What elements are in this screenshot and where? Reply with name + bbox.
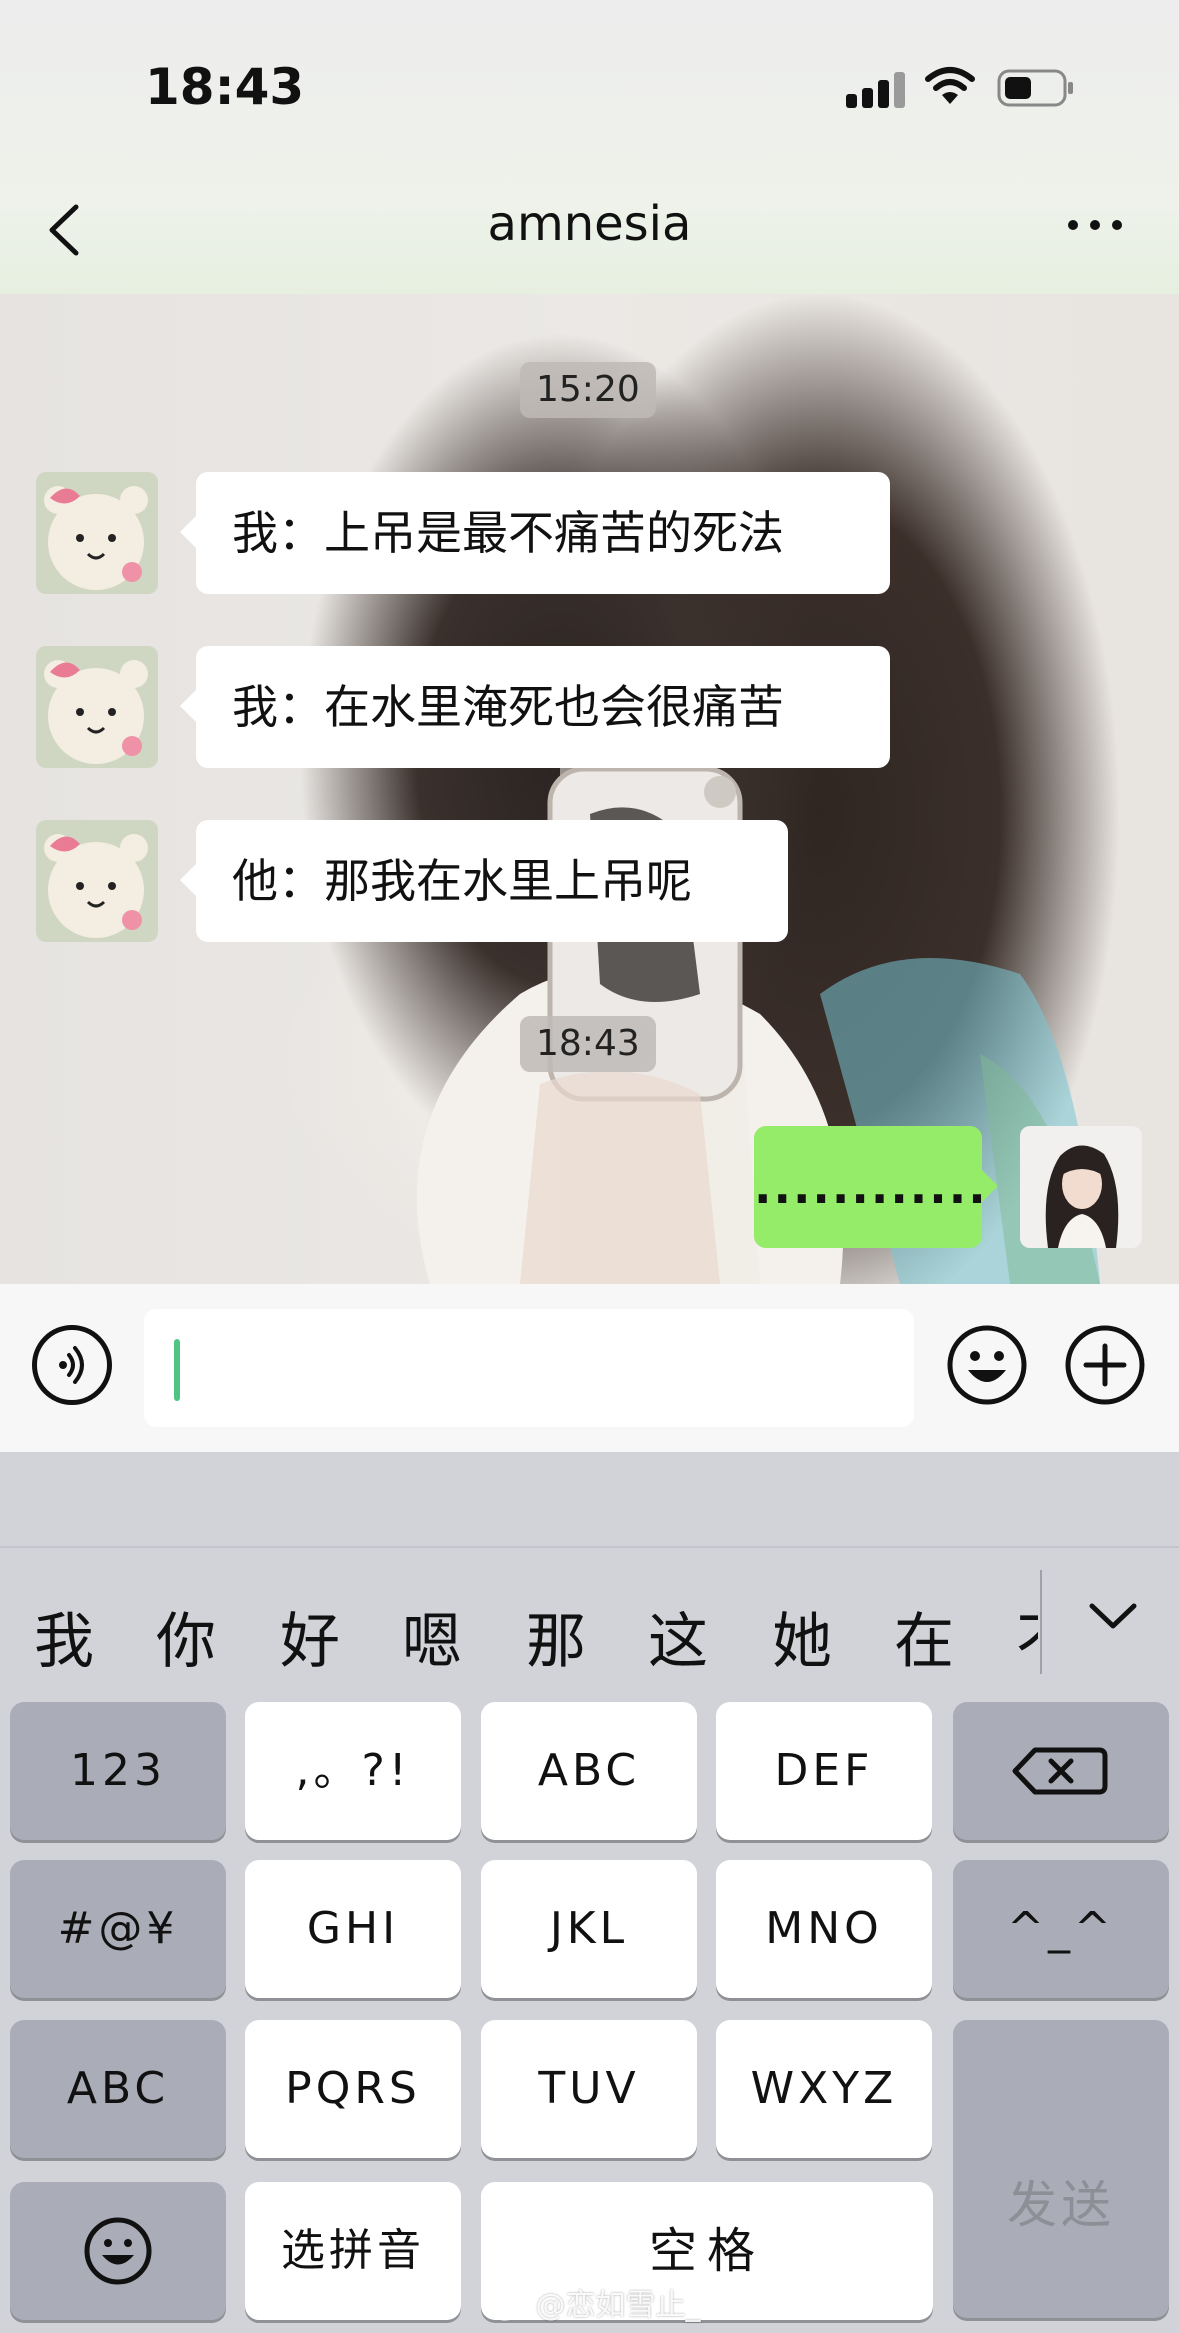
keyboard: 我 你 好 嗯 那 这 她 在 不 123 ,。?! ABC DEF #@¥ G… [0, 1452, 1179, 2333]
weibo-logo-icon [490, 2295, 524, 2320]
battery-icon [997, 69, 1073, 107]
more-options-icon[interactable] [1065, 210, 1125, 240]
key-wxyz[interactable]: WXYZ [716, 2020, 932, 2158]
key-tuv[interactable]: TUV [481, 2020, 697, 2158]
plus-button-icon[interactable] [1064, 1324, 1146, 1406]
candidate-word[interactable]: 这 [648, 1612, 708, 1672]
emoji-icon [84, 2217, 152, 2285]
candidate-word[interactable]: 你 [156, 1612, 216, 1672]
text-caret [174, 1339, 180, 1401]
message-bubble[interactable]: 我：上吊是最不痛苦的死法 [180, 472, 890, 594]
emoji-key[interactable] [10, 2182, 226, 2320]
key-kaomoji[interactable]: ^_^ [953, 1860, 1169, 1998]
chevron-down-icon[interactable] [1082, 1592, 1144, 1642]
key-abc[interactable]: ABC [481, 1702, 697, 1840]
candidate-divider [1040, 1570, 1042, 1674]
my-avatar[interactable] [1020, 1126, 1142, 1248]
key-select-pinyin[interactable]: 选拼音 [245, 2182, 461, 2320]
send-key[interactable]: 发送 [953, 2020, 1169, 2318]
message-timestamp: 18:43 [520, 1016, 656, 1072]
key-mno[interactable]: MNO [716, 1860, 932, 1998]
backspace-key[interactable] [953, 1702, 1169, 1840]
backspace-icon [1012, 1747, 1108, 1795]
key-123[interactable]: 123 [10, 1702, 226, 1840]
input-bar [0, 1284, 1179, 1452]
status-time: 18:43 [145, 58, 305, 116]
candidate-word[interactable]: 那 [526, 1612, 586, 1672]
header: 18:43 amnesia [0, 0, 1179, 294]
candidate-word[interactable]: 好 [280, 1612, 340, 1672]
candidate-word[interactable]: 在 [894, 1612, 954, 1672]
voice-input-button[interactable] [32, 1325, 112, 1405]
contact-avatar[interactable] [36, 820, 158, 942]
candidate-overflow-clip: 不 [1016, 1602, 1038, 1682]
watermark: @恋如雪止_ [490, 2280, 701, 2324]
message-timestamp: 15:20 [520, 362, 656, 418]
cellular-signal-icon [846, 72, 906, 108]
chat-background-photo [416, 754, 1100, 1284]
watermark-text: @恋如雪止_ [535, 2288, 701, 2323]
key-symbols[interactable]: #@¥ [10, 1860, 226, 1998]
key-pqrs[interactable]: PQRS [245, 2020, 461, 2158]
message-bubble[interactable]: 他：那我在水里上吊呢 [180, 820, 788, 942]
candidate-word[interactable]: 嗯 [402, 1612, 462, 1672]
message-bubble[interactable]: 我：在水里淹死也会很痛苦 [180, 646, 890, 768]
candidate-word[interactable]: 我 [34, 1612, 94, 1672]
key-abc-mode[interactable]: ABC [10, 2020, 226, 2158]
key-def[interactable]: DEF [716, 1702, 932, 1840]
key-jkl[interactable]: JKL [481, 1860, 697, 1998]
chat-area[interactable]: 15:20 我：上吊是最不痛苦的死法 我：在水里淹死也会很痛苦 他：那我在水里上… [0, 294, 1179, 1284]
candidate-word[interactable]: 不 [1016, 1612, 1038, 1672]
message-input[interactable] [144, 1309, 914, 1427]
contact-avatar[interactable] [36, 646, 158, 768]
key-punctuation[interactable]: ,。?! [245, 1702, 461, 1840]
chat-title: amnesia [487, 196, 692, 252]
contact-avatar[interactable] [36, 472, 158, 594]
keyboard-divider [0, 1546, 1179, 1548]
my-message-bubble[interactable]: ............ [754, 1126, 998, 1248]
candidate-word[interactable]: 她 [772, 1612, 832, 1672]
key-ghi[interactable]: GHI [245, 1860, 461, 1998]
emoji-button-icon[interactable] [946, 1324, 1028, 1406]
wifi-icon [925, 67, 975, 104]
voice-wave-icon [59, 1346, 84, 1384]
